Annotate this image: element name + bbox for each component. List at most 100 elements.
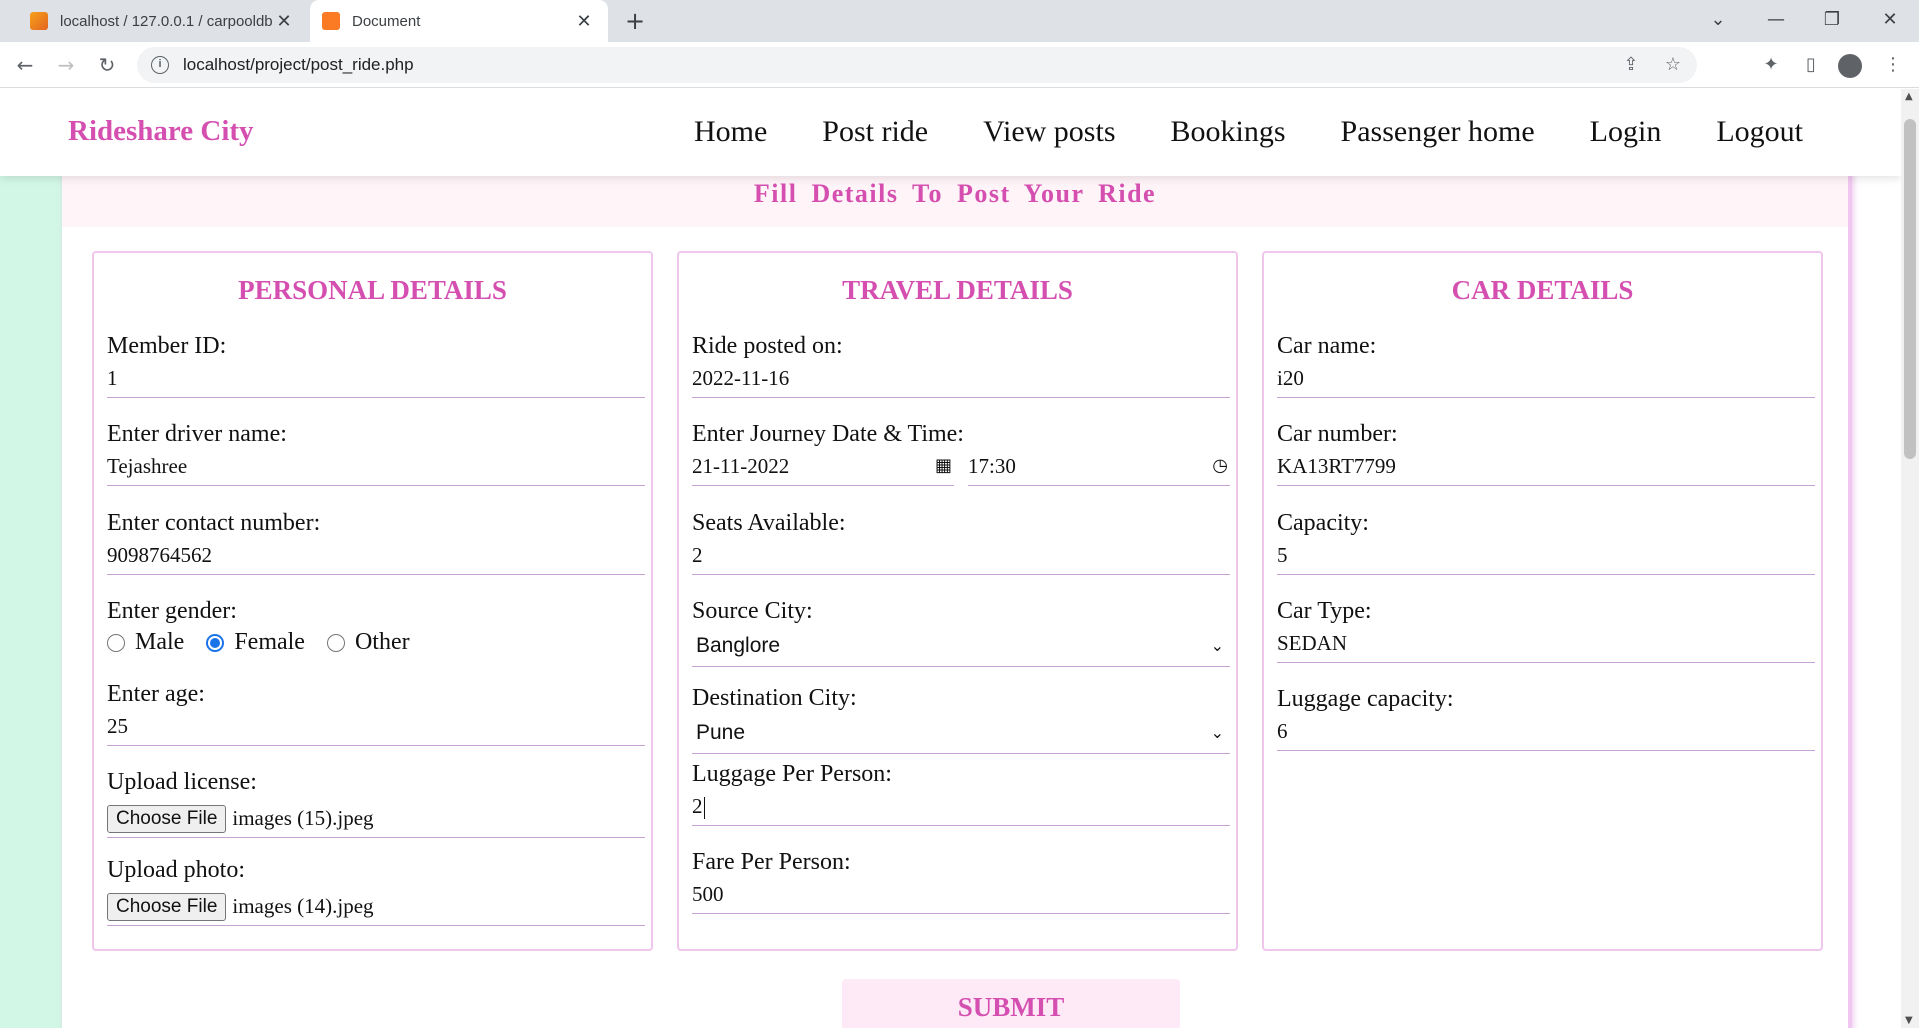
field-label: Car name:: [1277, 333, 1377, 359]
close-tab-icon[interactable]: ✕: [272, 11, 296, 32]
clock-icon[interactable]: ◷: [1212, 454, 1228, 478]
field-label: Luggage capacity:: [1277, 686, 1454, 712]
nav-link-view-posts[interactable]: View posts: [983, 115, 1115, 149]
scrollbar-thumb[interactable]: [1904, 119, 1916, 459]
site-navbar: Rideshare City Home Post ride View posts…: [0, 89, 1901, 176]
site-info-icon[interactable]: i: [151, 56, 169, 74]
brand-logo[interactable]: Rideshare City: [68, 115, 254, 148]
seats-field: Seats Available: 2: [692, 510, 1230, 575]
gender-option-other[interactable]: Other: [326, 629, 410, 656]
tab-title: Document: [352, 12, 421, 30]
reload-icon[interactable]: ↻: [90, 48, 124, 82]
choose-file-button[interactable]: Choose File: [107, 804, 227, 833]
license-upload-field: Upload license: Choose File images (15).…: [107, 769, 645, 838]
menu-icon[interactable]: ⋮: [1876, 48, 1910, 82]
field-label: Source City:: [692, 598, 813, 624]
back-icon[interactable]: ←: [8, 48, 42, 82]
nav-link-logout[interactable]: Logout: [1716, 115, 1803, 149]
scroll-down-icon[interactable]: ▼: [1905, 1015, 1913, 1026]
source-city-select[interactable]: Banglore ⌄: [692, 631, 1230, 667]
nav-link-home[interactable]: Home: [694, 115, 767, 149]
age-input[interactable]: 25: [107, 714, 645, 746]
calendar-icon[interactable]: ▦: [935, 454, 952, 478]
field-label: Upload license:: [107, 769, 257, 795]
nav-link-post-ride[interactable]: Post ride: [822, 115, 928, 149]
car-number-input[interactable]: KA13RT7799: [1277, 454, 1815, 486]
panel-heading: CAR DETAILS: [1451, 275, 1634, 305]
field-label: Ride posted on:: [692, 333, 843, 359]
side-panel-icon[interactable]: ▯: [1794, 48, 1828, 82]
profile-avatar-icon[interactable]: [1838, 54, 1862, 78]
license-file-input: Choose File images (15).jpeg: [107, 800, 645, 838]
submit-button[interactable]: SUBMIT: [842, 979, 1180, 1028]
field-label: Destination City:: [692, 685, 857, 711]
scroll-up-icon[interactable]: ▲: [1905, 91, 1913, 102]
journey-time-input[interactable]: 17:30 ◷: [968, 454, 1230, 486]
capacity-input[interactable]: 5: [1277, 543, 1815, 575]
minimize-icon[interactable]: —: [1752, 0, 1800, 42]
seats-input[interactable]: 2: [692, 543, 1230, 575]
new-tab-icon[interactable]: +: [620, 6, 650, 36]
destination-city-field: Destination City: Pune ⌄: [692, 685, 1230, 754]
forward-icon[interactable]: →: [49, 48, 83, 82]
luggage-capacity-input[interactable]: 6: [1277, 719, 1815, 751]
close-tab-icon[interactable]: ✕: [572, 11, 596, 32]
journey-date-input[interactable]: 21-11-2022 ▦: [692, 454, 954, 486]
car-name-input[interactable]: i20: [1277, 366, 1815, 398]
chevron-down-icon: ⌄: [1210, 636, 1224, 655]
radio-button[interactable]: [326, 633, 345, 652]
browser-tab-document[interactable]: Document ✕: [310, 0, 608, 42]
extensions-icon[interactable]: ✦: [1754, 48, 1788, 82]
nav-link-login[interactable]: Login: [1590, 115, 1662, 149]
posted-on-field: Ride posted on: 2022-11-16: [692, 333, 1230, 398]
photo-upload-field: Upload photo: Choose File images (14).jp…: [107, 857, 645, 926]
gender-radio-group: Male Female Other: [107, 629, 645, 656]
field-label: Seats Available:: [692, 510, 846, 536]
field-label: Enter Journey Date & Time:: [692, 421, 964, 447]
member-id-field: Member ID: 1: [107, 333, 645, 398]
radio-label: Other: [354, 629, 410, 655]
radio-button-checked[interactable]: [206, 633, 225, 652]
selected-value: Banglore: [696, 634, 781, 657]
field-label: Luggage Per Person:: [692, 761, 892, 787]
url-text[interactable]: localhost/project/post_ride.php: [183, 55, 414, 75]
restore-icon[interactable]: ❐: [1808, 0, 1856, 42]
chevron-down-icon: ⌄: [1210, 723, 1224, 742]
car-name-field: Car name: i20: [1277, 333, 1815, 398]
radio-label: Male: [135, 629, 185, 655]
panel-heading: PERSONAL DETAILS: [238, 275, 507, 305]
browser-tab-phpmyadmin[interactable]: localhost / 127.0.0.1 / carpooldb ✕: [18, 0, 308, 42]
file-name: images (14).jpeg: [232, 894, 374, 918]
bookmark-star-icon[interactable]: ☆: [1655, 47, 1691, 83]
choose-file-button[interactable]: Choose File: [107, 892, 227, 921]
nav-links: Home Post ride View posts Bookings Passe…: [694, 115, 1803, 149]
text-cursor: [703, 797, 705, 820]
input-value: 2: [692, 794, 703, 818]
page-scrollbar[interactable]: ▲ ▼: [1901, 89, 1919, 1028]
car-type-input[interactable]: SEDAN: [1277, 631, 1815, 663]
driver-name-input[interactable]: Tejashree: [107, 454, 645, 486]
luggage-per-person-input[interactable]: 2: [692, 794, 1230, 826]
gender-option-male[interactable]: Male: [107, 629, 184, 656]
close-window-icon[interactable]: ✕: [1866, 0, 1914, 42]
field-label: Capacity:: [1277, 510, 1369, 536]
posted-on-input[interactable]: 2022-11-16: [692, 366, 1230, 398]
share-icon[interactable]: ⇪: [1613, 47, 1649, 83]
gender-option-female[interactable]: Female: [206, 629, 305, 656]
destination-city-select[interactable]: Pune ⌄: [692, 718, 1230, 754]
driver-name-field: Enter driver name: Tejashree: [107, 421, 645, 486]
contact-input[interactable]: 9098764562: [107, 543, 645, 575]
nav-link-passenger-home[interactable]: Passenger home: [1341, 115, 1535, 149]
address-bar[interactable]: i localhost/project/post_ride.php ⇪ ☆: [137, 47, 1697, 83]
member-id-input[interactable]: 1: [107, 366, 645, 398]
browser-tab-bar: localhost / 127.0.0.1 / carpooldb ✕ Docu…: [0, 0, 1919, 42]
radio-button[interactable]: [107, 633, 125, 652]
fare-input[interactable]: 500: [692, 882, 1230, 914]
tab-title: localhost / 127.0.0.1 / carpooldb: [60, 12, 272, 30]
field-label: Car Type:: [1277, 598, 1372, 624]
page-viewport: Fill Details To Post Your Ride PERSONAL …: [0, 89, 1901, 1028]
nav-link-bookings[interactable]: Bookings: [1171, 115, 1286, 149]
luggage-per-person-field: Luggage Per Person: 2: [692, 761, 1230, 826]
capacity-field: Capacity: 5: [1277, 510, 1815, 575]
tab-search-icon[interactable]: ⌄: [1694, 0, 1742, 42]
